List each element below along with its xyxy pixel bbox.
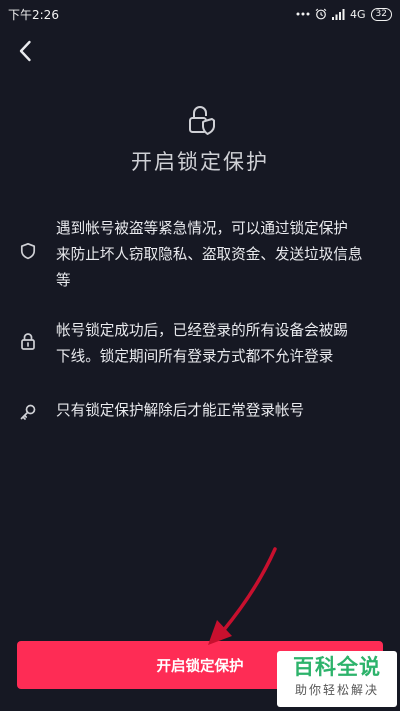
chevron-left-icon [19,40,31,62]
network-type: 4G [350,7,366,21]
page-title: 开启锁定保护 [131,150,269,174]
watermark-logo: 百科全说 助你轻松解决 [277,651,397,707]
key-icon [19,403,37,421]
alarm-icon [315,8,327,20]
feature-text: 帐号锁定成功后，已经登录的所有设备会被踢 下线。锁定期间所有登录方式都不允许登录 [56,322,348,365]
back-button[interactable] [10,36,40,66]
watermark-subtitle: 助你轻松解决 [294,683,379,697]
more-dots-icon [296,11,310,17]
watermark-title: 百科全说 [293,655,381,679]
signal-icon [332,8,345,20]
feature-text: 遇到帐号被盗等紧急情况，可以通过锁定保护 来防止坏人窃取隐私、盗取资金、发送垃圾… [56,220,363,289]
lock-shield-icon [186,104,216,136]
status-bar: 下午2:26 4G 32 [0,0,400,28]
status-indicators: 4G 32 [296,7,392,21]
battery-level: 32 [370,7,392,21]
feature-text: 只有锁定保护解除后才能正常登录帐号 [56,402,305,419]
lock-icon [19,332,37,350]
status-time: 下午2:26 [8,7,59,22]
shield-icon [19,242,37,260]
red-arrow-annotation [208,547,277,645]
